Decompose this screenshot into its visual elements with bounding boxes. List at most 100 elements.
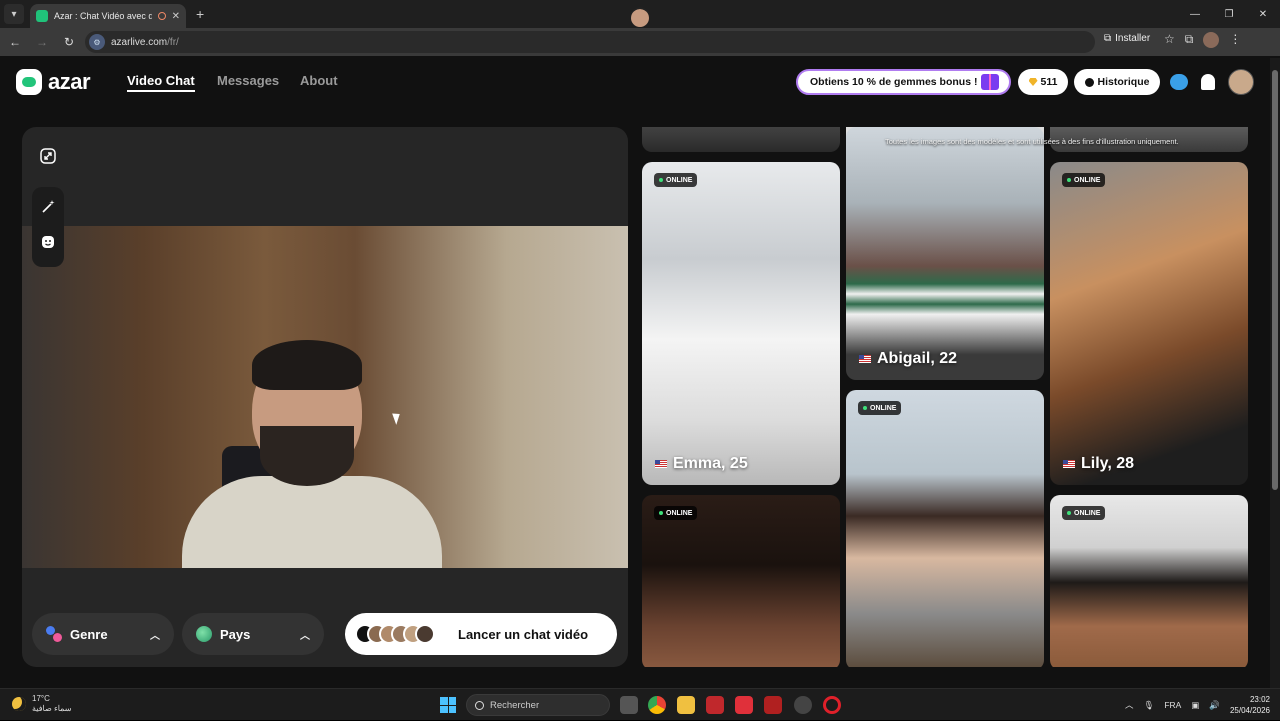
profile-name: Lily, 28 <box>1063 455 1134 473</box>
page-scrollbar[interactable] <box>1270 58 1280 688</box>
volume-icon[interactable]: 🔊 <box>1209 700 1220 711</box>
gender-filter-button[interactable]: Genre ︿ <box>32 613 174 655</box>
network-icon[interactable]: ▣ <box>1191 700 1199 711</box>
input-language[interactable]: FRA <box>1164 700 1181 710</box>
browser-tab-azar[interactable]: Azar : Chat Vidéo avec de n ✕ <box>30 4 186 28</box>
online-badge: ONLINE <box>858 401 902 415</box>
install-icon: ⧉ <box>1104 33 1112 44</box>
azar-logo-icon <box>16 69 42 95</box>
chevron-up-icon: ︿ <box>300 630 310 642</box>
microphone-icon[interactable]: 🎙 <box>1144 700 1155 711</box>
avatar-stack <box>355 624 439 644</box>
online-badge: ONLINE <box>654 506 698 520</box>
gem-balance-button[interactable]: 511 <box>1018 69 1068 95</box>
browser-menu-icon[interactable]: ⋮ <box>1229 32 1241 48</box>
acrobat-icon[interactable] <box>706 696 724 714</box>
moon-icon <box>12 697 26 711</box>
azar-page: azar Video Chat Messages About Obtiens 1… <box>0 56 1280 688</box>
browser-profile-avatar[interactable] <box>1203 32 1220 48</box>
task-view-icon[interactable] <box>620 696 638 714</box>
profile-card-abigail[interactable]: Abigail, 22 <box>846 127 1044 380</box>
profile-name: Abigail, 22 <box>859 350 957 368</box>
chrome-icon[interactable] <box>648 696 666 714</box>
face-filter-icon[interactable] <box>34 228 62 256</box>
site-info-icon[interactable]: ⚙ <box>89 34 105 50</box>
globe-icon <box>196 626 212 642</box>
clock-time: 23:02 <box>1249 695 1270 704</box>
app-icon[interactable] <box>794 696 812 714</box>
chat-bubble-icon[interactable] <box>1170 74 1188 90</box>
promo-text: Obtiens 10 % de gemmes bonus ! <box>810 76 978 88</box>
profile-gallery: Abigail, 22 Toutes les images sont des m… <box>642 127 1252 667</box>
tab-list-button[interactable]: ▾ <box>4 4 24 24</box>
profile-name: Emma, 25 <box>655 455 748 473</box>
nav-video-chat[interactable]: Video Chat <box>127 73 195 92</box>
address-bar[interactable]: ⚙ azarlive.com/fr/ <box>85 31 1095 53</box>
windows-taskbar: 17°C سماء صافية Rechercher ︿ 🎙 FRA ▣ 🔊 2… <box>0 688 1280 720</box>
nav-messages[interactable]: Messages <box>217 73 279 88</box>
weather-description: سماء صافية <box>32 704 72 713</box>
weather-widget[interactable]: 17°C سماء صافية <box>12 694 72 714</box>
tab-close-icon[interactable]: ✕ <box>172 11 180 22</box>
new-tab-icon[interactable]: + <box>196 6 204 22</box>
us-flag-icon <box>859 355 871 363</box>
country-filter-button[interactable]: Pays ︿ <box>182 613 324 655</box>
profile-card[interactable]: ONLINE <box>642 495 840 667</box>
close-window-icon[interactable]: ✕ <box>1246 0 1280 28</box>
install-app-button[interactable]: ⧉ Installer <box>1104 33 1150 44</box>
windows-start-icon[interactable] <box>440 697 456 713</box>
minimize-icon[interactable]: — <box>1178 0 1212 28</box>
video-chat-panel: Genre ︿ Pays ︿ Lancer un chat vidéo <box>22 127 628 667</box>
system-tray: ︿ 🎙 FRA ▣ 🔊 23:02 25/04/2026 <box>1125 689 1280 721</box>
tab-title: Azar : Chat Vidéo avec de n <box>54 11 152 21</box>
user-avatar[interactable] <box>1228 69 1254 95</box>
gem-bonus-promo-button[interactable]: Obtiens 10 % de gemmes bonus ! <box>796 69 1011 95</box>
profile-card[interactable]: ONLINE <box>846 390 1044 667</box>
extensions-icon[interactable]: ⧉ <box>1185 32 1194 48</box>
gallery-disclaimer: Toutes les images sont des modèles et so… <box>885 137 1179 146</box>
bookmark-star-icon[interactable]: ☆ <box>1164 32 1175 48</box>
browser-tab-bar: ▾ Azar : Chat Vidéo avec de n ✕ + DJEAA … <box>0 0 1280 44</box>
maximize-icon[interactable]: ❐ <box>1212 0 1246 28</box>
notification-bell-icon[interactable] <box>1201 74 1215 90</box>
chevron-up-icon: ︿ <box>150 630 160 642</box>
webcam-user <box>182 340 442 568</box>
clock-icon <box>1084 77 1094 87</box>
scrollbar-thumb[interactable] <box>1272 70 1278 490</box>
file-explorer-icon[interactable] <box>677 696 695 714</box>
online-badge: ONLINE <box>1062 506 1106 520</box>
profile-card-emma[interactable]: ONLINE Emma, 25 <box>642 162 840 485</box>
logo-text: azar <box>48 69 91 94</box>
profile-card[interactable] <box>642 127 840 152</box>
start-video-chat-button[interactable]: Lancer un chat vidéo <box>345 613 617 655</box>
profile-card[interactable]: ONLINE <box>1050 495 1248 667</box>
country-label: Pays <box>220 626 251 642</box>
expand-icon[interactable] <box>34 142 62 170</box>
taskbar-search[interactable]: Rechercher <box>466 694 610 716</box>
recording-indicator-icon <box>157 12 166 20</box>
gift-icon <box>981 74 999 90</box>
gender-icon <box>46 626 62 642</box>
azar-logo[interactable]: azar <box>16 69 91 95</box>
us-flag-icon <box>1063 460 1075 468</box>
search-placeholder: Rechercher <box>490 699 540 711</box>
browser-toolbar: ← → ↻ ⚙ azarlive.com/fr/ <box>0 28 1280 56</box>
nav-about[interactable]: About <box>300 73 338 88</box>
magic-wand-icon[interactable] <box>34 193 62 221</box>
history-button[interactable]: Historique <box>1074 69 1160 95</box>
app-icon[interactable] <box>764 696 782 714</box>
opera-icon[interactable] <box>823 696 841 714</box>
reload-icon[interactable]: ↻ <box>57 30 81 54</box>
chevron-up-icon[interactable]: ︿ <box>1125 699 1134 711</box>
url-text[interactable]: azarlive.com/fr/ <box>111 37 179 48</box>
profile-card-lily[interactable]: ONLINE Lily, 28 <box>1050 162 1248 485</box>
history-label: Historique <box>1097 76 1150 88</box>
clock[interactable]: 23:02 25/04/2026 <box>1230 694 1270 716</box>
app-b-icon[interactable] <box>735 696 753 714</box>
camera-preview <box>22 226 628 568</box>
back-icon[interactable]: ← <box>3 30 27 54</box>
forward-icon[interactable]: → <box>30 30 54 54</box>
azar-favicon-icon <box>36 10 48 22</box>
online-badge: ONLINE <box>1062 173 1106 187</box>
gem-icon <box>1028 78 1038 86</box>
